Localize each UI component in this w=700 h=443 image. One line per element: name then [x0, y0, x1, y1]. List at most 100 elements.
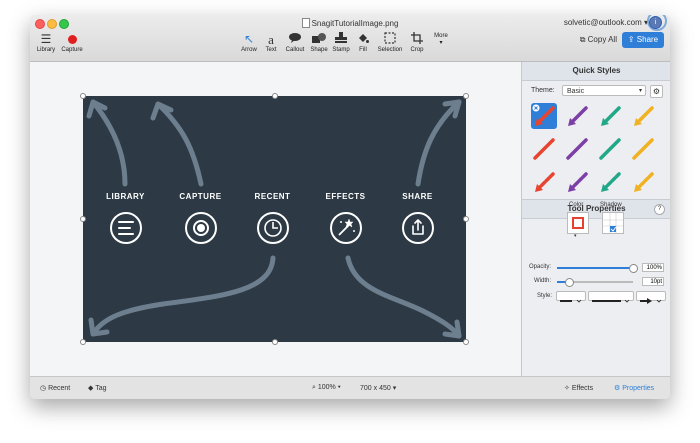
- share-button[interactable]: ⇪ Share: [622, 32, 664, 48]
- chevron-down-icon: ▾: [638, 88, 642, 94]
- canvas-label-capture: CAPTURE: [179, 192, 222, 201]
- shadow-label: Shadow: [600, 202, 622, 208]
- tag-button[interactable]: ◆ Tag: [88, 384, 107, 392]
- status-bar: ◷ Recent ◆ Tag ⌕ 100% ▾ 700 x 450 ▾ ✧ Ef…: [30, 376, 670, 399]
- tool-fill[interactable]: Fill: [354, 32, 372, 53]
- style-swatch[interactable]: [630, 169, 656, 195]
- share-icon: [412, 219, 424, 235]
- resize-handle[interactable]: [463, 216, 469, 222]
- document-icon: [301, 18, 310, 28]
- arrow-effects: [345, 255, 462, 339]
- properties-button[interactable]: ⚙ Properties: [614, 384, 654, 392]
- menu-lines-icon: [118, 221, 134, 235]
- fill-icon: [354, 32, 372, 47]
- style-swatch[interactable]: [597, 169, 623, 195]
- zoom-control[interactable]: ⌕ 100% ▾: [312, 384, 341, 392]
- record-icon: [58, 32, 86, 47]
- width-slider[interactable]: [557, 278, 633, 287]
- style-swatch[interactable]: [564, 103, 590, 129]
- image-canvas[interactable]: LIBRARY CAPTURE RECENT EFFECTS SHARE: [80, 93, 469, 345]
- selection-icon: [373, 32, 407, 47]
- opacity-slider-knob[interactable]: [629, 264, 638, 273]
- arrow-icon: ↖: [243, 32, 255, 46]
- width-label: Width:: [534, 278, 552, 284]
- opacity-label: Opacity:: [529, 264, 552, 270]
- style-swatch[interactable]: [630, 136, 656, 162]
- tool-shape[interactable]: Shape: [308, 32, 330, 53]
- style-swatch[interactable]: [597, 103, 623, 129]
- clock-icon: [264, 219, 282, 237]
- tool-stamp[interactable]: Stamp: [330, 32, 352, 53]
- chevron-down-icon: ▾: [392, 385, 397, 392]
- style-swatch[interactable]: [564, 169, 590, 195]
- opacity-slider[interactable]: [557, 264, 638, 273]
- theme-select[interactable]: Basic ▾: [562, 85, 646, 96]
- magnifier-icon: ⌕: [312, 384, 316, 391]
- resize-handle[interactable]: [80, 93, 86, 99]
- style-swatch[interactable]: [597, 136, 623, 162]
- line-dash-select[interactable]: [588, 291, 634, 303]
- dimensions-control[interactable]: 700 x 450 ▾: [360, 384, 396, 392]
- resize-handle[interactable]: [272, 339, 278, 345]
- color-picker[interactable]: [567, 212, 589, 234]
- resize-handle[interactable]: [272, 93, 278, 99]
- shadow-picker[interactable]: [602, 212, 624, 234]
- gear-icon[interactable]: ⚙: [650, 85, 663, 98]
- arrow-share: [415, 99, 462, 187]
- width-slider-knob[interactable]: [565, 278, 574, 287]
- share-icon: ⇪: [627, 35, 635, 44]
- style-swatch[interactable]: [531, 169, 557, 195]
- library-icon: ☰: [40, 32, 52, 46]
- capture-button[interactable]: Capture: [58, 32, 86, 53]
- resize-handle[interactable]: [80, 216, 86, 222]
- quick-styles-grid: [522, 101, 670, 199]
- effects-button[interactable]: ✧ Effects: [564, 384, 593, 392]
- text-icon: a: [268, 32, 274, 47]
- style-swatch[interactable]: [630, 103, 656, 129]
- chevron-down-icon: ▾: [574, 233, 577, 239]
- line-style-select[interactable]: [556, 291, 586, 303]
- gear-icon: ⚙: [614, 385, 621, 392]
- style-swatch-selected[interactable]: [531, 103, 557, 129]
- crop-icon: [407, 32, 427, 47]
- arrow-library: [90, 99, 128, 187]
- recent-button[interactable]: ◷ Recent: [40, 384, 70, 392]
- style-label: Style:: [537, 293, 553, 299]
- tool-callout[interactable]: Callout: [282, 32, 308, 53]
- canvas-icon-row: [110, 212, 434, 244]
- tool-crop[interactable]: Crop: [407, 32, 427, 53]
- more-tools-button[interactable]: More ▾: [430, 33, 452, 46]
- quick-styles-header: Quick Styles: [522, 62, 670, 81]
- opacity-value[interactable]: 100%: [642, 263, 664, 272]
- tool-text[interactable]: a Text: [261, 32, 281, 53]
- canvas-label-share: SHARE: [402, 192, 433, 201]
- tool-selection[interactable]: Selection: [373, 32, 407, 53]
- magic-wand-icon: [338, 218, 355, 236]
- width-value[interactable]: 10pt: [642, 277, 664, 286]
- tool-arrow[interactable]: ↖ Arrow: [238, 32, 260, 53]
- titlebar: SnagitTutorialImage.png solvetic@outlook…: [30, 15, 670, 62]
- theme-row: Theme: Basic ▾ ⚙: [522, 81, 670, 101]
- canvas-area[interactable]: LIBRARY CAPTURE RECENT EFFECTS SHARE: [30, 62, 521, 376]
- library-button[interactable]: ☰ Library: [34, 32, 58, 53]
- canvas-label-effects: EFFECTS: [325, 192, 366, 201]
- resize-handle[interactable]: [463, 93, 469, 99]
- callout-icon: [282, 32, 308, 47]
- help-icon[interactable]: ?: [654, 204, 665, 215]
- account-menu[interactable]: solvetic@outlook.com ▾: [564, 18, 648, 27]
- arrow-capture: [155, 101, 204, 187]
- style-swatch[interactable]: [531, 136, 557, 162]
- stamp-icon: [330, 32, 352, 47]
- copy-all-button[interactable]: ⧉ Copy All: [580, 33, 617, 47]
- chevron-down-icon: ▾: [337, 384, 341, 391]
- tool-properties-header: Tool Properties ?: [522, 199, 670, 219]
- chevron-down-icon: ▾: [439, 40, 443, 46]
- arrowhead-select[interactable]: [636, 291, 666, 304]
- avatar[interactable]: i: [649, 16, 662, 29]
- canvas-label-library: LIBRARY: [106, 192, 145, 201]
- magic-wand-icon: ✧: [564, 385, 570, 392]
- style-swatch[interactable]: [564, 136, 590, 162]
- resize-handle[interactable]: [80, 339, 86, 345]
- tag-icon: ◆: [88, 385, 94, 392]
- resize-handle[interactable]: [463, 339, 469, 345]
